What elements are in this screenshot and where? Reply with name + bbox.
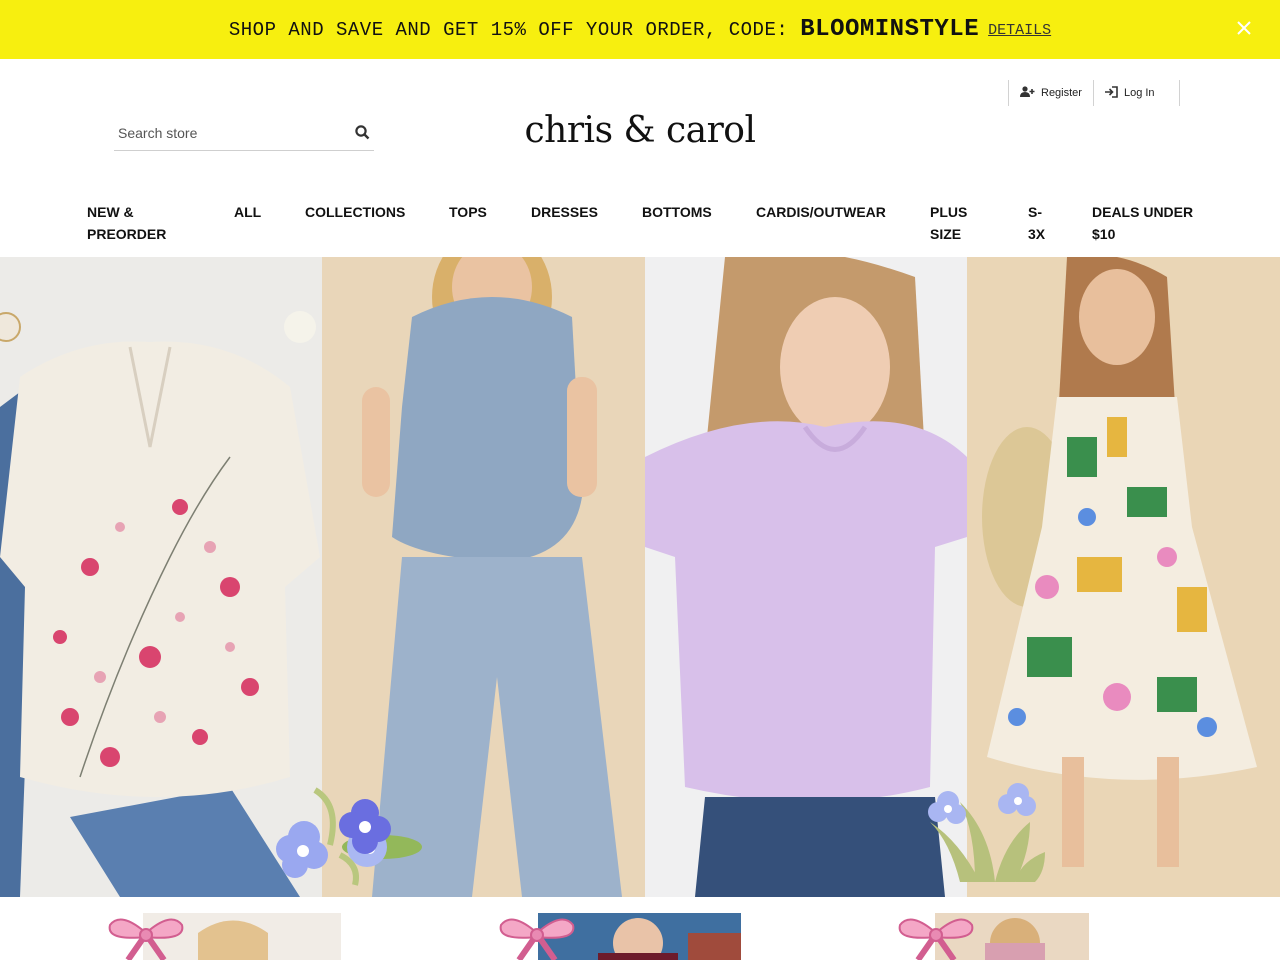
flower-sticker-left bbox=[270, 785, 400, 900]
account-links: Register Log In bbox=[1008, 80, 1180, 106]
nav-item-all[interactable]: ALL bbox=[234, 201, 261, 223]
nav-item-new-preorder[interactable]: NEW & PREORDER bbox=[87, 201, 166, 245]
brand-logo[interactable]: chris & carol bbox=[0, 110, 1280, 151]
hero-panel-lavender-tee[interactable] bbox=[645, 257, 967, 897]
add-user-icon bbox=[1020, 86, 1035, 100]
login-label: Log In bbox=[1123, 87, 1155, 99]
ribbon-bow-icon bbox=[106, 911, 186, 960]
nav-item-cardis-outwear[interactable]: CARDIS/OUTWEAR bbox=[756, 201, 886, 223]
nav-label: S- bbox=[1028, 204, 1042, 220]
ribbon-bow-icon bbox=[497, 911, 577, 960]
nav-item-collections[interactable]: COLLECTIONS bbox=[305, 201, 405, 223]
nav-label: DEALS UNDER bbox=[1092, 204, 1194, 220]
nav-label: COLLECTIONS bbox=[305, 204, 406, 220]
hero-banner[interactable] bbox=[0, 257, 1280, 897]
main-nav: NEW & PREORDER ALL COLLECTIONS TOPS DRES… bbox=[0, 201, 1280, 257]
nav-label: 3X bbox=[1028, 226, 1046, 242]
nav-item-s-3x[interactable]: S- 3X bbox=[1028, 201, 1045, 245]
nav-label: CARDIS/OUTWEAR bbox=[756, 204, 886, 220]
nav-label: $10 bbox=[1092, 226, 1116, 242]
nav-label: ALL bbox=[234, 204, 262, 220]
promo-details-link[interactable]: DETAILS bbox=[988, 22, 1051, 39]
nav-label: PLUS bbox=[930, 204, 968, 220]
nav-item-dresses[interactable]: DRESSES bbox=[531, 201, 598, 223]
flower-sticker-right bbox=[920, 782, 1050, 897]
nav-item-tops[interactable]: TOPS bbox=[449, 201, 487, 223]
login-button[interactable]: Log In bbox=[1092, 80, 1180, 106]
nav-label: TOPS bbox=[449, 204, 487, 220]
register-label: Register bbox=[1041, 87, 1082, 99]
nav-label: SIZE bbox=[930, 226, 962, 242]
nav-label: BOTTOMS bbox=[642, 204, 712, 220]
ribbon-bow-icon bbox=[896, 911, 976, 960]
close-icon[interactable] bbox=[1234, 18, 1254, 38]
nav-label: NEW & bbox=[87, 204, 134, 220]
register-button[interactable]: Register bbox=[1008, 80, 1093, 106]
nav-item-bottoms[interactable]: BOTTOMS bbox=[642, 201, 712, 223]
nav-label: DRESSES bbox=[531, 204, 598, 220]
promo-banner: SHOP AND SAVE AND GET 15% OFF YOUR ORDER… bbox=[0, 0, 1280, 59]
sign-in-icon bbox=[1104, 85, 1118, 101]
nav-item-deals-under-10[interactable]: DEALS UNDER $10 bbox=[1092, 201, 1193, 245]
featured-strip bbox=[0, 897, 1280, 960]
nav-label: PREORDER bbox=[87, 226, 167, 242]
promo-text: SHOP AND SAVE AND GET 15% OFF YOUR ORDER… bbox=[228, 18, 789, 41]
nav-item-plus-size[interactable]: PLUS SIZE bbox=[930, 201, 967, 245]
promo-code: BLOOMINSTYLE bbox=[800, 16, 980, 43]
